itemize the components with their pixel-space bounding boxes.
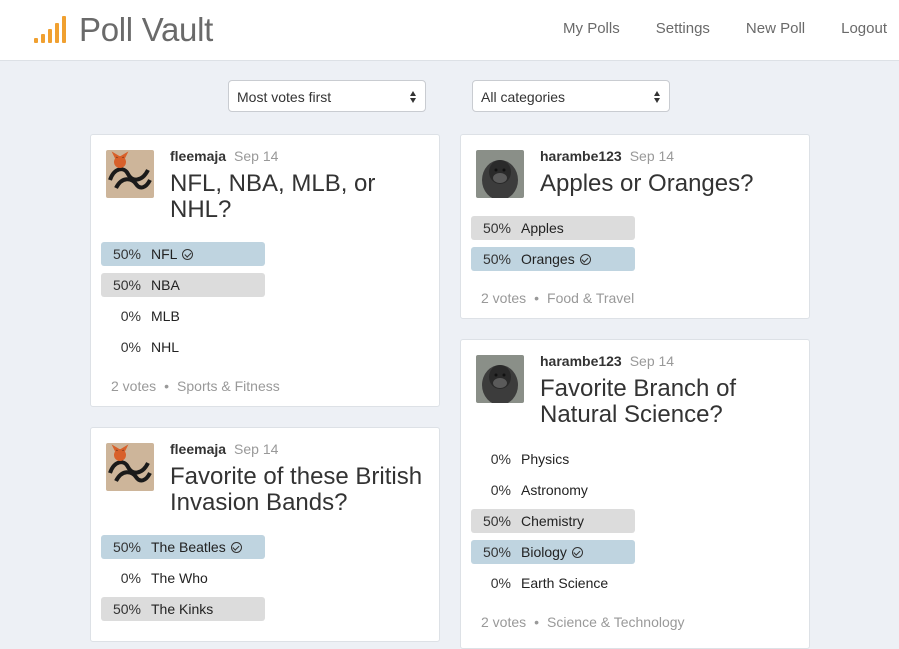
vote-count: 2 votes bbox=[111, 378, 157, 394]
option-percent: 0% bbox=[120, 308, 141, 324]
poll-date: Sep 14 bbox=[629, 148, 675, 164]
check-circle-icon bbox=[571, 547, 583, 558]
poll-option[interactable]: 50% NFL bbox=[101, 242, 265, 266]
poll-author[interactable]: fleemaja bbox=[170, 148, 226, 164]
poll-option[interactable]: 50% Chemistry bbox=[471, 509, 635, 533]
option-percent: 0% bbox=[490, 575, 511, 591]
option-percent: 0% bbox=[120, 339, 141, 355]
option-label: Earth Science bbox=[521, 575, 609, 591]
poll-option[interactable]: 0% NHL bbox=[101, 335, 265, 359]
poll-option[interactable]: 0% Astronomy bbox=[471, 478, 635, 502]
poll-question[interactable]: Favorite of these British Invasion Bands… bbox=[170, 464, 430, 516]
option-label: The Who bbox=[151, 570, 208, 586]
avatar bbox=[476, 355, 524, 403]
option-label: Astronomy bbox=[521, 482, 588, 498]
poll-question[interactable]: NFL, NBA, MLB, or NHL? bbox=[170, 171, 425, 223]
option-percent: 0% bbox=[490, 482, 511, 498]
poll-option[interactable]: 0% Earth Science bbox=[471, 571, 635, 595]
category-select-value: All categories bbox=[481, 89, 566, 105]
check-circle-icon bbox=[182, 249, 194, 260]
option-label: NFL bbox=[151, 246, 178, 262]
avatar bbox=[106, 150, 154, 198]
option-label: Oranges bbox=[521, 251, 575, 267]
poll-meta: harambe123 Sep 14 bbox=[540, 148, 674, 164]
option-percent: 50% bbox=[482, 544, 511, 560]
option-percent: 0% bbox=[120, 570, 141, 586]
poll-footer: 2 votes • Food & Travel bbox=[481, 290, 635, 306]
category-select[interactable]: All categories bbox=[472, 80, 670, 112]
poll-card[interactable]: harambe123 Sep 14 Apples or Oranges? 50% … bbox=[460, 134, 810, 319]
poll-question[interactable]: Favorite Branch of Natural Science? bbox=[540, 376, 780, 428]
option-percent: 50% bbox=[112, 246, 141, 262]
sort-select-value: Most votes first bbox=[237, 89, 332, 105]
poll-date: Sep 14 bbox=[629, 353, 675, 369]
poll-category[interactable]: Sports & Fitness bbox=[177, 378, 280, 394]
nav-links: My Polls Settings New Poll Logout bbox=[527, 0, 887, 56]
poll-date: Sep 14 bbox=[234, 441, 279, 457]
option-label: Physics bbox=[521, 451, 570, 467]
select-arrows-icon bbox=[654, 89, 661, 105]
poll-option[interactable]: 50% Apples bbox=[471, 216, 635, 240]
poll-meta: fleemaja Sep 14 bbox=[170, 148, 278, 164]
brand[interactable]: Poll Vault bbox=[34, 12, 213, 48]
option-percent: 50% bbox=[482, 251, 511, 267]
option-percent: 50% bbox=[482, 220, 511, 236]
signal-bars-icon bbox=[34, 15, 67, 45]
vote-count: 2 votes bbox=[481, 614, 527, 630]
poll-category[interactable]: Food & Travel bbox=[547, 290, 634, 306]
option-percent: 50% bbox=[112, 539, 141, 555]
poll-option[interactable]: 50% Oranges bbox=[471, 247, 635, 271]
nav-my-polls[interactable]: My Polls bbox=[563, 20, 620, 37]
nav-logout[interactable]: Logout bbox=[841, 20, 887, 37]
poll-category[interactable]: Science & Technology bbox=[547, 614, 685, 630]
check-circle-icon bbox=[579, 254, 591, 265]
navbar: Poll Vault My Polls Settings New Poll Lo… bbox=[0, 0, 899, 61]
poll-footer: 2 votes • Science & Technology bbox=[481, 614, 685, 630]
option-label: The Beatles bbox=[151, 539, 226, 555]
poll-question[interactable]: Apples or Oranges? bbox=[540, 171, 800, 197]
poll-option[interactable]: 0% The Who bbox=[101, 566, 265, 590]
poll-option[interactable]: 50% The Beatles bbox=[101, 535, 265, 559]
poll-card[interactable]: fleemaja Sep 14 NFL, NBA, MLB, or NHL? 50… bbox=[90, 134, 440, 407]
poll-option[interactable]: 0% MLB bbox=[101, 304, 265, 328]
poll-author[interactable]: harambe123 bbox=[540, 148, 622, 164]
sort-select[interactable]: Most votes first bbox=[228, 80, 426, 112]
poll-footer: 2 votes • Sports & Fitness bbox=[111, 378, 280, 394]
poll-author[interactable]: fleemaja bbox=[170, 441, 226, 457]
poll-meta: harambe123 Sep 14 bbox=[540, 353, 674, 369]
option-label: The Kinks bbox=[151, 601, 214, 617]
option-label: Biology bbox=[521, 544, 567, 560]
option-percent: 50% bbox=[482, 513, 511, 529]
check-circle-icon bbox=[230, 542, 242, 553]
poll-option[interactable]: 50% NBA bbox=[101, 273, 265, 297]
option-label: NHL bbox=[151, 339, 180, 355]
poll-date: Sep 14 bbox=[234, 148, 279, 164]
vote-count: 2 votes bbox=[481, 290, 527, 306]
poll-option[interactable]: 50% Biology bbox=[471, 540, 635, 564]
select-arrows-icon bbox=[410, 89, 417, 105]
poll-option[interactable]: 50% The Kinks bbox=[101, 597, 265, 621]
option-label: Apples bbox=[521, 220, 564, 236]
option-percent: 0% bbox=[490, 451, 511, 467]
poll-card[interactable]: fleemaja Sep 14 Favorite of these British… bbox=[90, 427, 440, 642]
poll-option[interactable]: 0% Physics bbox=[471, 447, 635, 471]
option-percent: 50% bbox=[112, 601, 141, 617]
nav-settings[interactable]: Settings bbox=[656, 20, 710, 37]
poll-card[interactable]: harambe123 Sep 14 Favorite Branch of Natu… bbox=[460, 339, 810, 649]
option-label: Chemistry bbox=[521, 513, 585, 529]
avatar bbox=[106, 443, 154, 491]
option-label: NBA bbox=[151, 277, 180, 293]
option-label: MLB bbox=[151, 308, 180, 324]
nav-new-poll[interactable]: New Poll bbox=[746, 20, 805, 37]
poll-meta: fleemaja Sep 14 bbox=[170, 441, 278, 457]
option-percent: 50% bbox=[112, 277, 141, 293]
app-title: Poll Vault bbox=[79, 11, 213, 48]
poll-author[interactable]: harambe123 bbox=[540, 353, 622, 369]
avatar bbox=[476, 150, 524, 198]
